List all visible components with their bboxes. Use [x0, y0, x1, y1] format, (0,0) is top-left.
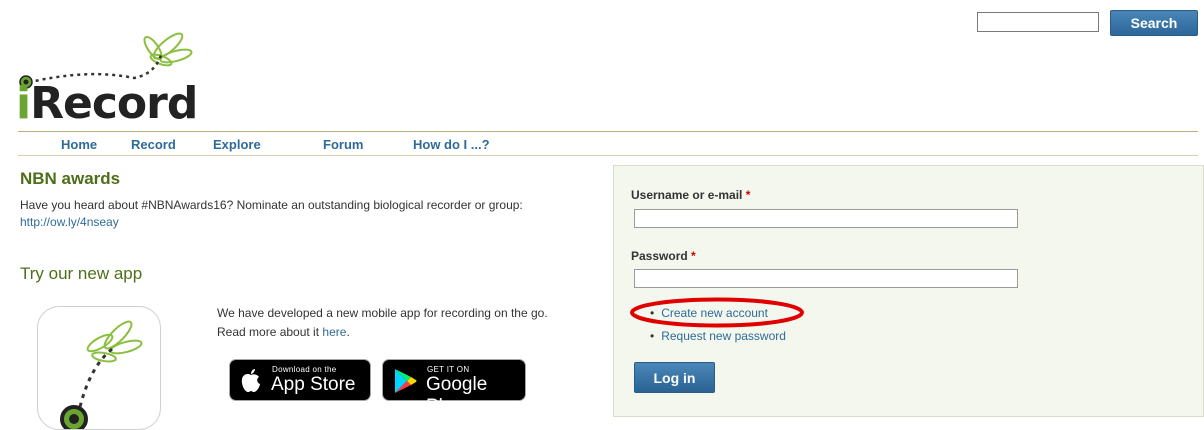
app-description: We have developed a new mobile app for r…: [217, 304, 577, 342]
news-title: NBN awards: [20, 169, 121, 188]
required-mark: *: [691, 249, 696, 263]
app-icon: [37, 306, 161, 430]
nav-how-do-i[interactable]: How do I ...?: [413, 137, 490, 152]
google-play-badge[interactable]: GET IT ON Google Play: [382, 359, 526, 417]
irecord-logo[interactable]: iRecord iRecord: [16, 16, 216, 129]
username-label: Username or e-mail *: [631, 188, 750, 202]
apple-icon: [241, 369, 260, 392]
password-field[interactable]: [634, 269, 1018, 288]
nav-record[interactable]: Record: [131, 137, 176, 152]
app-store-badge[interactable]: Download on the App Store: [229, 359, 371, 401]
app-section-title: Try our new app: [20, 264, 143, 283]
login-panel: Username or e-mail * Password * • Create …: [613, 165, 1204, 417]
search-input[interactable]: [977, 12, 1099, 32]
request-password-item[interactable]: • Request new password: [650, 329, 786, 343]
app-description-text: We have developed a new mobile app for r…: [217, 306, 548, 339]
nav-explore[interactable]: Explore: [213, 137, 261, 152]
news-link[interactable]: http://ow.ly/4nseay: [20, 215, 119, 229]
required-mark: *: [745, 188, 751, 202]
google-play-icon: [395, 369, 417, 393]
nav-home[interactable]: Home: [61, 137, 97, 152]
username-label-text: Username or e-mail: [631, 188, 743, 202]
password-label-text: Password: [631, 249, 688, 263]
bullet: •: [650, 329, 655, 343]
username-field[interactable]: [634, 209, 1018, 228]
nav-divider-top: [18, 131, 1198, 132]
google-play-big-text: Google Play: [426, 374, 488, 417]
search-button[interactable]: Search: [1110, 10, 1198, 36]
highlight-oval: [630, 297, 804, 328]
request-password-link[interactable]: Request new password: [661, 329, 786, 343]
login-button[interactable]: Log in: [634, 362, 715, 393]
app-description-end: .: [346, 325, 350, 339]
google-play-small-text: GET IT ON: [427, 365, 470, 374]
dragonfly-logo-icon: iRecord: [16, 32, 198, 129]
news-text: Have you heard about #NBNAwards16? Nomin…: [20, 198, 523, 212]
nav-divider-bottom: [18, 155, 1198, 156]
nav-forum[interactable]: Forum: [323, 137, 363, 152]
password-label: Password *: [631, 249, 696, 263]
app-store-small-text: Download on the: [272, 365, 337, 374]
app-here-link[interactable]: here: [322, 325, 346, 339]
app-store-big-text: App Store: [271, 374, 356, 395]
dragonfly-app-icon: [60, 320, 143, 429]
svg-text:iRecord: iRecord: [16, 78, 197, 121]
